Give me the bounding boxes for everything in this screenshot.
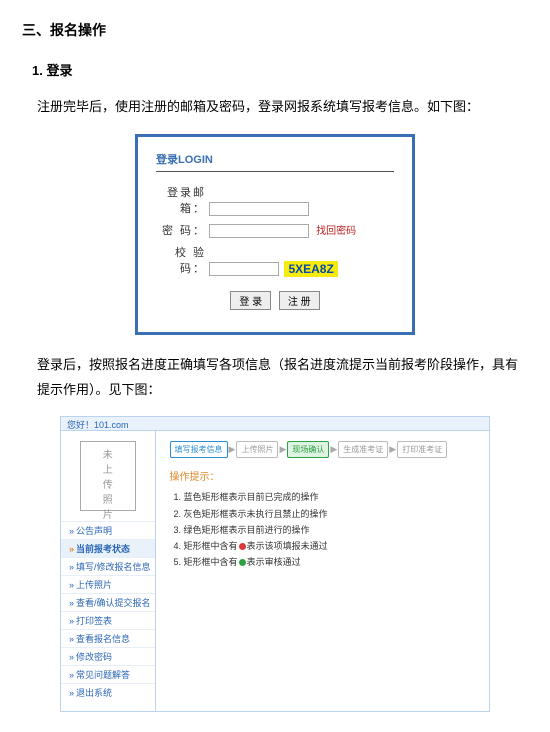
password-label: 密 码： [156,222,206,238]
tips-list: 蓝色矩形框表示目前已完成的操作灰色矩形框表示未执行且禁止的操作绿色矩形框表示目前… [170,489,479,570]
bullet-icon: » [69,526,74,536]
sidebar-item[interactable]: »公告声明 [61,521,155,539]
sidebar-item[interactable]: »打印签表 [61,611,155,629]
sub-title: 1. 登录 [32,60,528,79]
sidebar-item[interactable]: »当前报考状态 [61,539,155,557]
sidebar-item[interactable]: »填写/修改报名信息 [61,557,155,575]
red-dot-icon [239,543,246,550]
login-intro-paragraph: 注册完毕后，使用注册的邮箱及密码，登录网报系统填写报考信息。如下图： [37,95,528,120]
arrow-icon: ▶ [330,444,337,455]
captcha-image: 5XEA8Z [284,261,338,277]
captcha-label: 校 验 码： [156,244,206,276]
progress-topbar: 您好！101.com [61,417,489,431]
progress-screenshot: 您好！101.com 未 上 传 照 片 »公告声明»当前报考状态»填写/修改报… [22,416,528,712]
email-label: 登录邮箱： [156,184,206,216]
progress-step: 上传照片 [236,441,278,458]
progress-panel: 您好！101.com 未 上 传 照 片 »公告声明»当前报考状态»填写/修改报… [60,416,490,712]
green-dot-icon [239,559,246,566]
progress-step: 填写报考信息 [170,441,228,458]
bullet-icon: » [69,688,74,698]
tip-item: 矩形框中含有表示该项填报未通过 [174,538,479,554]
login-screenshot: 登录LOGIN 登录邮箱： 密 码： 找回密码 校 验 码： 5XEA8Z 登 … [22,134,528,335]
captcha-input[interactable] [209,262,279,276]
bullet-icon: » [69,634,74,644]
progress-right-column: 填写报考信息▶上传照片▶现场确认▶生成准考证▶打印准考证 操作提示： 蓝色矩形框… [156,431,489,711]
section-title: 三、报名操作 [22,20,528,40]
register-button[interactable]: 注 册 [279,291,320,310]
tip-item: 绿色矩形框表示目前进行的操作 [174,522,479,538]
login-title: 登录LOGIN [156,151,394,167]
bullet-icon: » [69,652,74,662]
tip-item: 蓝色矩形框表示目前已完成的操作 [174,489,479,505]
login-panel: 登录LOGIN 登录邮箱： 密 码： 找回密码 校 验 码： 5XEA8Z 登 … [135,134,415,335]
bullet-icon: » [69,562,74,572]
progress-step: 生成准考证 [338,441,388,458]
arrow-icon: ▶ [389,444,396,455]
password-input[interactable] [209,224,309,238]
sidebar-item[interactable]: »查看报名信息 [61,629,155,647]
forgot-password-link[interactable]: 找回密码 [316,226,356,237]
progress-left-column: 未 上 传 照 片 »公告声明»当前报考状态»填写/修改报名信息»上传照片»查看… [61,431,156,711]
sidebar-item[interactable]: »上传照片 [61,575,155,593]
progress-step: 现场确认 [287,441,329,458]
email-input[interactable] [209,202,309,216]
arrow-icon: ▶ [229,444,236,455]
progress-step: 打印准考证 [397,441,447,458]
login-separator [156,171,394,172]
progress-intro-paragraph: 登录后，按照报名进度正确填写各项信息（报名进度流提示当前报考阶段操作，具有提示作… [37,353,528,402]
sidebar-item[interactable]: »常见问题解答 [61,665,155,683]
progress-steps: 填写报考信息▶上传照片▶现场确认▶生成准考证▶打印准考证 [170,441,479,458]
bullet-icon: » [69,616,74,626]
tip-item: 矩形框中含有表示审核通过 [174,554,479,570]
tips-title: 操作提示： [170,468,479,483]
bullet-icon: » [69,598,74,608]
tip-item: 灰色矩形框表示未执行且禁止的操作 [174,506,479,522]
arrow-icon: ▶ [279,444,286,455]
sidebar-item[interactable]: »修改密码 [61,647,155,665]
bullet-icon: » [69,670,74,680]
photo-placeholder: 未 上 传 照 片 [80,441,136,511]
login-button[interactable]: 登 录 [230,291,271,310]
bullet-icon: » [69,580,74,590]
sidebar-item[interactable]: »退出系统 [61,683,155,701]
bullet-icon: » [69,544,74,554]
sidebar-item[interactable]: »查看/确认提交报名 [61,593,155,611]
